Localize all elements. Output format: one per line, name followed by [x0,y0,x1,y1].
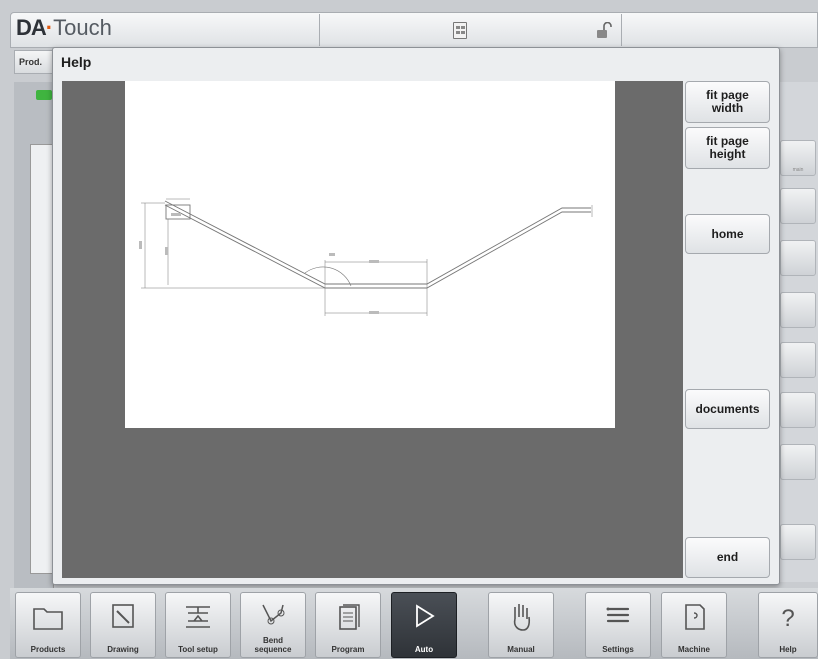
question-icon: ? [781,605,794,632]
fit-page-width-button[interactable]: fit page width [685,81,770,123]
calculator-icon[interactable] [453,22,467,39]
header-divider [621,14,622,46]
help-button[interactable]: ? Help [758,592,818,658]
fit-page-height-button[interactable]: fit page height [685,127,770,169]
auto-button[interactable]: Auto [391,592,457,658]
list-icon [606,607,630,623]
da-touch-logo: DA·Touch [16,14,112,42]
press-icon[interactable] [780,444,816,480]
logo-product: Touch [53,15,112,40]
top-bar [10,12,818,48]
tool-setup-button[interactable]: Tool setup [165,592,231,658]
manual-label: Manual [507,645,535,654]
auto-label: Auto [414,645,434,654]
pencil-icon [112,604,134,628]
dialog-title: Help [61,54,92,70]
document-page [125,81,615,428]
grid-icon[interactable] [780,188,816,224]
manual-button[interactable]: Manual [488,592,554,658]
machine-icon [685,604,705,630]
logo-dot: · [45,15,54,40]
magnifier-icon[interactable] [780,292,816,328]
plus-minus-icon[interactable] [780,392,816,428]
settings-label: Settings [602,645,634,654]
document-viewer[interactable] [62,81,683,578]
settings-button[interactable]: Settings [585,592,651,658]
documents-button[interactable]: documents [685,389,770,429]
unlocked-padlock-icon[interactable] [596,22,612,39]
logo-brand: DA [16,15,47,40]
folder-icon [33,608,63,630]
drawing-button[interactable]: Drawing [90,592,156,658]
bend-sequence-button[interactable]: Bend sequence [240,592,306,658]
products-label: Products [30,645,66,654]
part-drawing [139,198,593,316]
help-dialog: Help fit page width fit page height home… [52,47,780,585]
dial-icon[interactable] [780,342,816,378]
tool-setup-label: Tool setup [178,645,218,654]
clock-icon[interactable] [780,524,816,560]
background-preview [30,144,54,574]
document-icon[interactable] [780,240,816,276]
tool-setup-icon [186,606,210,628]
products-button[interactable]: Products [15,592,81,658]
hand-icon [513,604,531,631]
tab-product[interactable]: Prod. [14,50,56,74]
machine-label: Machine [677,645,710,654]
background-panel [14,82,54,592]
bend-sequence-label: Bend sequence [254,636,292,654]
table-icon[interactable]: main [780,140,816,176]
documents-icon [339,604,360,630]
machine-button[interactable]: Machine [661,592,727,658]
end-button[interactable]: end [685,537,770,578]
drawing-label: Drawing [107,645,139,654]
help-label: Help [779,645,797,654]
program-label: Program [331,645,365,654]
program-button[interactable]: Program [315,592,381,658]
bend-sequence-icon [262,604,285,625]
svg-text:?: ? [781,605,794,632]
header-divider [319,14,320,46]
play-icon [416,604,435,628]
collapse-arrow-icon[interactable] [36,90,52,100]
home-button[interactable]: home [685,214,770,254]
